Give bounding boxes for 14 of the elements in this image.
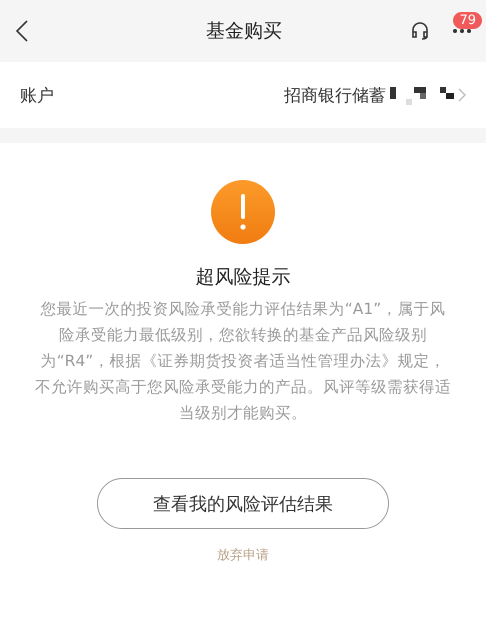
account-row[interactable]: 账户 招商银行储蓄 bbox=[0, 62, 486, 128]
mosaic-drawing bbox=[390, 85, 454, 105]
alert-title: 超风险提示 bbox=[196, 265, 290, 290]
notification-badge: 79 bbox=[453, 12, 482, 29]
chevron-right-icon bbox=[458, 88, 466, 102]
more-icon[interactable] bbox=[452, 28, 472, 34]
view-results-button[interactable]: 查看我的风险评估结果 bbox=[97, 478, 389, 529]
warning-icon bbox=[211, 180, 275, 244]
alert-message: 您最近一次的投资风险承受能力评估结果为“A1”，属于风险承受能力最低级别，您欲转换的基金产品风险级别为“R4”，根据《证券期货投资者适当性管理办法》规定，不允许购买高于您风险承受能力的产品。风评等级需获得适当级别才能购买。 bbox=[34, 299, 452, 424]
account-label: 账户 bbox=[20, 84, 54, 106]
page-title: 基金购买 bbox=[206, 19, 282, 44]
back-icon[interactable] bbox=[16, 20, 28, 42]
account-value: 招商银行储蓄 bbox=[284, 84, 386, 106]
headset-icon[interactable] bbox=[410, 21, 430, 41]
